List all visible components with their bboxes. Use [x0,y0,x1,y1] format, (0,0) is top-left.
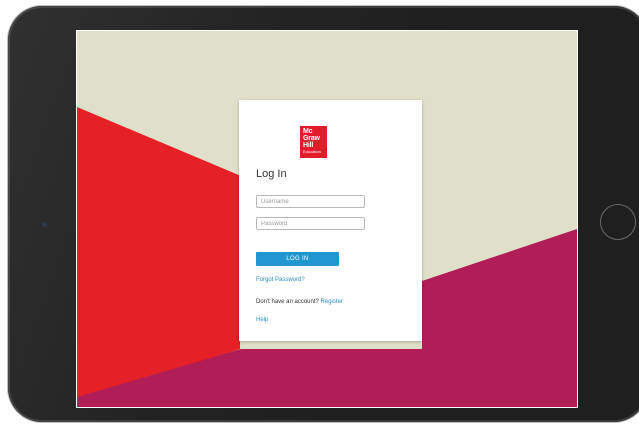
logo-line-mc: Mc [303,128,313,135]
username-input[interactable] [256,195,365,208]
register-row: Don't have an account? Register [256,299,343,305]
login-card: Mc Graw Hill Education Log In LOG IN For… [239,100,422,341]
mcgraw-hill-logo: Mc Graw Hill Education [300,126,327,158]
no-account-text: Don't have an account? [256,299,321,305]
help-link[interactable]: Help [256,317,268,323]
logo-line-education: Education [303,149,321,154]
logo-line-hill: Hill [303,142,314,149]
register-link[interactable]: Register [321,299,343,305]
login-button[interactable]: LOG IN [256,252,339,266]
forgot-password-link[interactable]: Forgot Password? [256,277,305,283]
home-button[interactable] [600,204,636,240]
camera-icon [42,222,47,227]
tablet-screen: Mc Graw Hill Education Log In LOG IN For… [76,30,578,408]
page-title: Log In [256,168,287,180]
stage: Mc Graw Hill Education Log In LOG IN For… [0,0,639,425]
password-input[interactable] [256,217,365,230]
logo-line-graw: Graw [303,135,320,142]
